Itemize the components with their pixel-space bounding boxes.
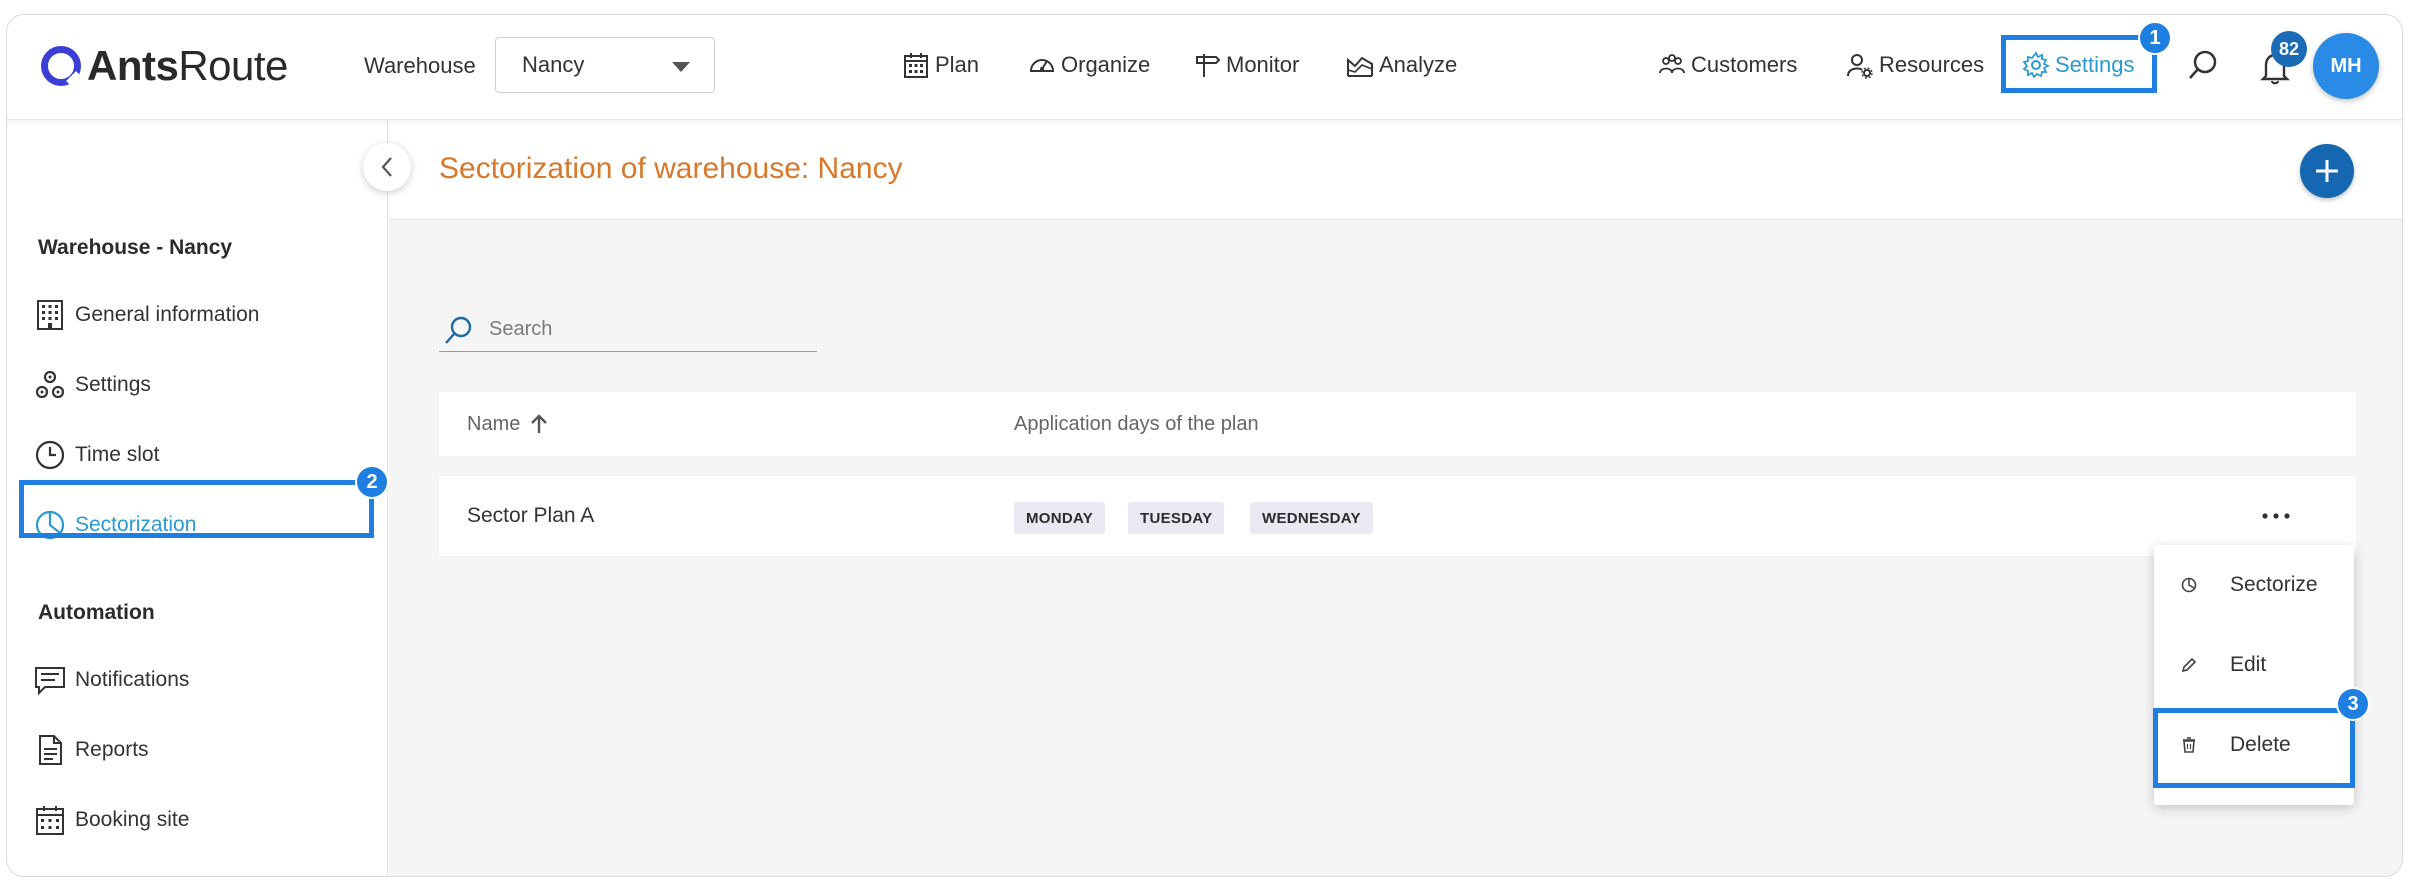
- search-icon: [2189, 50, 2217, 79]
- sidebar-item-label: General information: [75, 303, 260, 326]
- nav-monitor[interactable]: Monitor: [1192, 45, 1299, 85]
- table-header: Name Application days of the plan: [439, 392, 2356, 456]
- more-horizontal-icon: [2262, 513, 2290, 519]
- main-content: Sectorization of warehouse: Nancy Name A…: [389, 120, 2402, 876]
- sidebar-item-label: Booking site: [75, 808, 190, 831]
- page-title: Sectorization of warehouse: Nancy: [439, 152, 903, 185]
- logo[interactable]: AntsRoute: [41, 41, 288, 91]
- area-chart-icon: [1347, 56, 1373, 77]
- nav-analyze[interactable]: Analyze: [1345, 45, 1457, 85]
- nav-customers[interactable]: Customers: [1657, 45, 1797, 85]
- nav-resources-label: Resources: [1879, 52, 1985, 77]
- building-icon: [37, 300, 63, 330]
- nav-resources[interactable]: Resources: [1845, 45, 1984, 85]
- sidebar-item-label: Reports: [75, 738, 149, 761]
- nav-analyze-label: Analyze: [1379, 52, 1458, 77]
- day-chip: WEDNESDAY: [1250, 502, 1373, 534]
- day-chip: MONDAY: [1014, 502, 1106, 534]
- row-name: Sector Plan A: [467, 504, 595, 527]
- row-actions-button[interactable]: [2256, 498, 2296, 534]
- search-field[interactable]: [439, 308, 817, 352]
- avatar[interactable]: MH: [2313, 33, 2379, 99]
- message-icon: [35, 667, 65, 696]
- nav-customers-label: Customers: [1691, 52, 1798, 77]
- sidebar-item-reports[interactable]: Reports: [33, 730, 149, 770]
- add-sector-plan-button[interactable]: [2300, 144, 2354, 198]
- calendar-icon: [36, 806, 64, 835]
- calendar-icon: [904, 53, 928, 78]
- pencil-icon: [2181, 657, 2197, 673]
- speedometer-icon: [1029, 59, 1055, 72]
- menu-item-sectorize[interactable]: Sectorize: [2154, 545, 2354, 625]
- sidebar-item-booking-site[interactable]: Booking site: [33, 800, 189, 840]
- step2-badge: 2: [355, 465, 389, 499]
- column-header-name[interactable]: Name: [467, 412, 550, 436]
- step3-highlight: [2153, 708, 2355, 788]
- content-header: Sectorization of warehouse: Nancy: [389, 120, 2402, 220]
- top-bar: AntsRoute Warehouse Nancy Plan Organize …: [7, 15, 2402, 120]
- step3-badge: 3: [2336, 687, 2370, 721]
- warehouse-select-value: Nancy: [522, 52, 585, 77]
- sidebar-section-title: Warehouse - Nancy: [38, 236, 233, 259]
- step1-badge: 1: [2138, 21, 2172, 55]
- sidebar-item-label: Settings: [75, 373, 151, 396]
- pie-icon: [2181, 577, 2197, 593]
- warehouse-select[interactable]: Nancy: [495, 37, 715, 93]
- chevron-down-icon: [672, 62, 690, 72]
- logo-icon: [41, 46, 81, 86]
- search-button[interactable]: [2183, 45, 2223, 85]
- chevron-left-icon: [381, 157, 392, 177]
- nav-plan-label: Plan: [935, 52, 980, 77]
- step2-highlight: [19, 480, 374, 538]
- day-chip: TUESDAY: [1128, 502, 1225, 534]
- column-header-days[interactable]: Application days of the plan: [1014, 413, 1259, 436]
- sidebar-item-label: Time slot: [75, 443, 160, 466]
- arrow-up-icon: [531, 414, 548, 433]
- sidebar-item-general-information[interactable]: General information: [33, 295, 259, 335]
- notification-count-badge: 82: [2271, 31, 2307, 67]
- app-window: AntsRoute Warehouse Nancy Plan Organize …: [6, 14, 2403, 877]
- sidebar-item-notifications[interactable]: Notifications: [33, 660, 189, 700]
- collapse-sidebar-button[interactable]: [363, 143, 411, 191]
- settings-cogs-icon: [35, 370, 65, 399]
- sidebar-section-title: Automation: [38, 601, 155, 624]
- nav-organize[interactable]: Organize: [1027, 45, 1150, 85]
- sidebar-item-settings[interactable]: Settings: [33, 365, 151, 405]
- sidebar-item-time-slot[interactable]: Time slot: [33, 435, 159, 475]
- user-gear-icon: [1847, 54, 1873, 79]
- signpost-icon: [1196, 54, 1221, 77]
- clock-icon: [35, 440, 65, 470]
- search-icon: [445, 316, 472, 344]
- sidebar-item-label: Notifications: [75, 668, 190, 691]
- table-row[interactable]: Sector Plan A MONDAY TUESDAY WEDNESDAY: [439, 476, 2356, 556]
- nav-organize-label: Organize: [1061, 52, 1151, 77]
- menu-item-edit[interactable]: Edit: [2154, 625, 2354, 705]
- people-icon: [1659, 54, 1685, 74]
- nav-plan[interactable]: Plan: [901, 45, 979, 85]
- nav-monitor-label: Monitor: [1226, 52, 1300, 77]
- warehouse-label: Warehouse: [364, 53, 476, 78]
- search-input[interactable]: [489, 318, 789, 341]
- plus-icon: [2316, 160, 2338, 182]
- step1-highlight: [2001, 35, 2157, 93]
- document-icon: [39, 735, 62, 765]
